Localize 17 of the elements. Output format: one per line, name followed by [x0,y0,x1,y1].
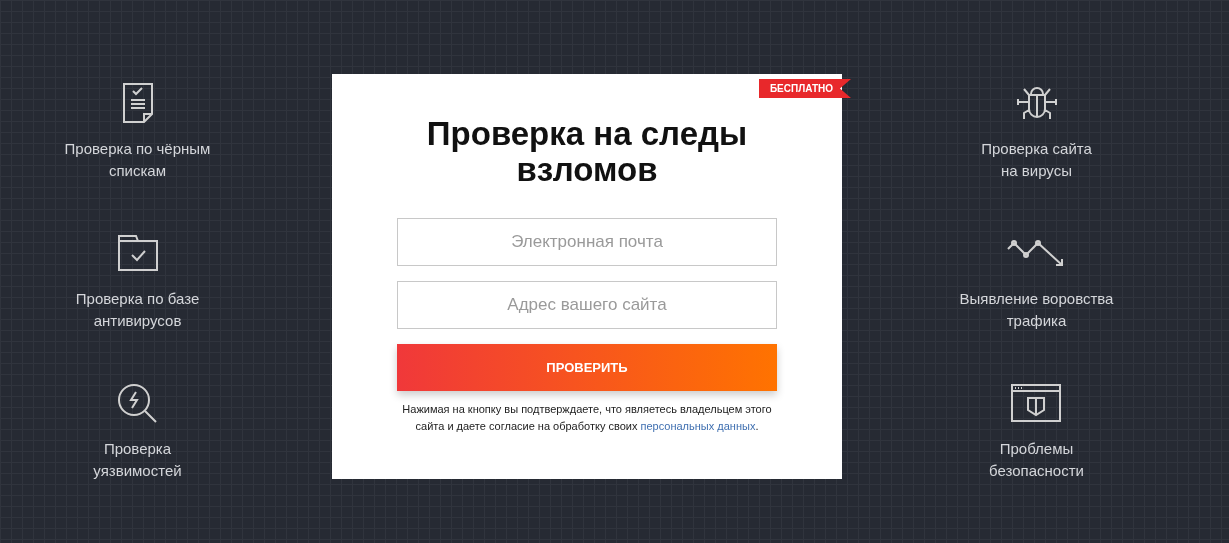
feature-label: Проверка сайта на вирусы [981,139,1092,181]
input-field[interactable]: Электронная почта [397,218,777,266]
search-icon [117,383,158,423]
folder-check-icon [117,235,158,271]
feature-label: Проверка уязвимостей [93,439,182,481]
feature-label: Проблемы безопасности [989,439,1084,481]
consent-text: Нажимая на кнопку вы подтверждаете, что являетесь владельцем этого сайта и даете согласие на обработку своих персональных данных. [401,402,773,434]
check-button[interactable]: ПРОВЕРИТЬ [397,344,777,391]
input-field[interactable]: Адрес вашего сайта [397,281,777,329]
browser-shield-icon [1011,384,1062,422]
document-icon [121,82,154,124]
feature-label: Проверка по чёрным спискам [64,139,211,181]
feature-label: Проверка по базе антивирусов [75,289,200,331]
feature-label: Выявление воровства трафика [959,289,1114,331]
bug-icon [1016,86,1057,120]
form-title: Проверка на следы взломов [425,116,749,188]
free-ribbon: БЕСПЛАТНО [758,79,851,98]
